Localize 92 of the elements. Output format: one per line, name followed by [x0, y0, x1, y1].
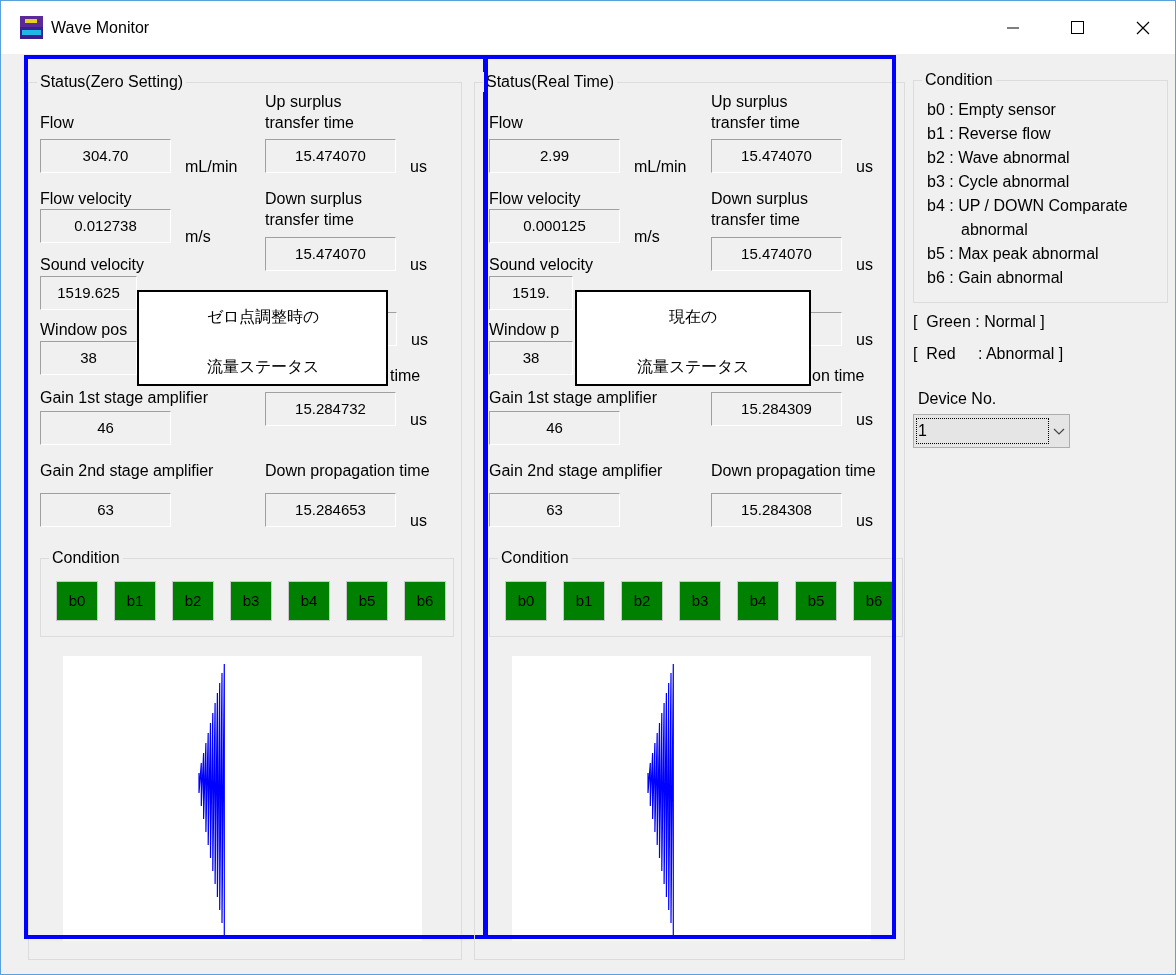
- unit-label: us: [856, 255, 873, 275]
- readout-field: 46: [489, 411, 620, 445]
- readout-field: 15.284732: [265, 392, 396, 426]
- condition-indicator: b3: [230, 581, 272, 621]
- chevron-down-icon: [1053, 427, 1065, 435]
- condition-indicator: b3: [679, 581, 721, 621]
- unit-label: mL/min: [634, 157, 687, 177]
- legend-text: b0 : Empty sensor: [927, 100, 1057, 120]
- unit-label: us: [856, 410, 873, 430]
- condition-indicator: b2: [621, 581, 663, 621]
- readout-field: 63: [40, 493, 171, 527]
- legend-text: b6 : Gain abnormal: [927, 268, 1065, 288]
- condition-indicator: b1: [114, 581, 156, 621]
- field-label: Flow velocity: [489, 189, 581, 209]
- legend-text: b5 : Max peak abnormal: [927, 244, 1100, 264]
- readout-field: 1519.: [489, 276, 573, 310]
- callout-text: ゼロ点調整時の: [206, 307, 319, 327]
- field-label: Gain 1st stage amplifier: [40, 388, 209, 408]
- minimize-icon: [1006, 26, 1019, 29]
- readout-field: 0.012738: [40, 209, 171, 243]
- condition-indicator: b4: [288, 581, 330, 621]
- readout-field: 2.99: [489, 139, 620, 173]
- unit-label: us: [411, 330, 428, 350]
- readout-field: 15.474070: [711, 237, 842, 271]
- field-label: Gain 1st stage amplifier: [489, 388, 658, 408]
- field-label: Up surplus transfer time: [265, 92, 355, 133]
- app-icon: [20, 16, 43, 39]
- field-label: Window p: [489, 320, 560, 340]
- legend-text: b2 : Wave abnormal: [927, 148, 1071, 168]
- callout-text: 流量ステータス: [206, 357, 319, 377]
- panel-title: Status(Zero Setting): [37, 72, 187, 92]
- field-label: Up surplus transfer time: [711, 92, 801, 133]
- condition-indicator: b6: [404, 581, 446, 621]
- unit-label: us: [410, 255, 427, 275]
- close-icon: [1135, 20, 1150, 35]
- window-title: Wave Monitor: [51, 17, 150, 38]
- unit-label: us: [856, 157, 873, 177]
- unit-label: us: [410, 157, 427, 177]
- condition-indicator: b1: [563, 581, 605, 621]
- unit-label: m/s: [634, 227, 660, 247]
- field-label: Down surplus transfer time: [265, 189, 363, 230]
- readout-field: [387, 312, 397, 346]
- unit-label: us: [410, 410, 427, 430]
- field-label: Sound velocity: [40, 255, 145, 275]
- readout-field: 63: [489, 493, 620, 527]
- condition-indicator: b6: [853, 581, 895, 621]
- field-label: Down surplus transfer time: [711, 189, 809, 230]
- field-label: Gain 2nd stage amplifier: [489, 461, 663, 481]
- unit-label: m/s: [185, 227, 211, 247]
- readout-field: [809, 312, 842, 346]
- unit-label: mL/min: [185, 157, 238, 177]
- field-label: Flow: [489, 113, 523, 133]
- condition-indicator: b0: [505, 581, 547, 621]
- field-label: Flow velocity: [40, 189, 132, 209]
- readout-field: 1519.625: [40, 276, 137, 310]
- field-label: on time: [812, 366, 865, 386]
- field-label: Device No.: [918, 389, 998, 409]
- callout-text: 現在の: [669, 307, 717, 327]
- maximize-icon: [1071, 21, 1084, 34]
- readout-field: 38: [489, 341, 573, 375]
- legend-text: b1 : Reverse flow: [927, 124, 1052, 144]
- field-label: time: [390, 366, 421, 386]
- condition-indicator: b2: [172, 581, 214, 621]
- readout-field: 46: [40, 411, 171, 445]
- unit-label: us: [410, 511, 427, 531]
- readout-field: 304.70: [40, 139, 171, 173]
- readout-field: 15.284653: [265, 493, 396, 527]
- condition-indicator: b0: [56, 581, 98, 621]
- readout-field: 15.284309: [711, 392, 842, 426]
- field-label: Sound velocity: [489, 255, 594, 275]
- field-label: Gain 2nd stage amplifier: [40, 461, 214, 481]
- readout-field: 15.284308: [711, 493, 842, 527]
- readout-field: 15.474070: [711, 139, 842, 173]
- readout-field: 15.474070: [265, 237, 396, 271]
- condition-indicator: b5: [346, 581, 388, 621]
- readout-field: 0.000125: [489, 209, 620, 243]
- readout-field: 38: [40, 341, 137, 375]
- legend-note: [ Green : Normal ]: [913, 312, 1046, 332]
- field-label: Down propagation time: [711, 461, 876, 481]
- field-label: Flow: [40, 113, 74, 133]
- condition-indicator: b5: [795, 581, 837, 621]
- field-label: Window pos: [40, 320, 128, 340]
- field-label: Down propagation time: [265, 461, 430, 481]
- readout-field: 15.474070: [265, 139, 396, 173]
- callout-text: 流量ステータス: [637, 357, 749, 377]
- legend-note: [ Red : Abnormal ]: [913, 344, 1065, 364]
- unit-label: us: [856, 330, 873, 350]
- panel-title: Status(Real Time): [483, 72, 618, 92]
- device-select[interactable]: 1: [913, 414, 1070, 448]
- legend-text: b3 : Cycle abnormal: [927, 172, 1071, 192]
- unit-label: us: [856, 511, 873, 531]
- condition-indicator: b4: [737, 581, 779, 621]
